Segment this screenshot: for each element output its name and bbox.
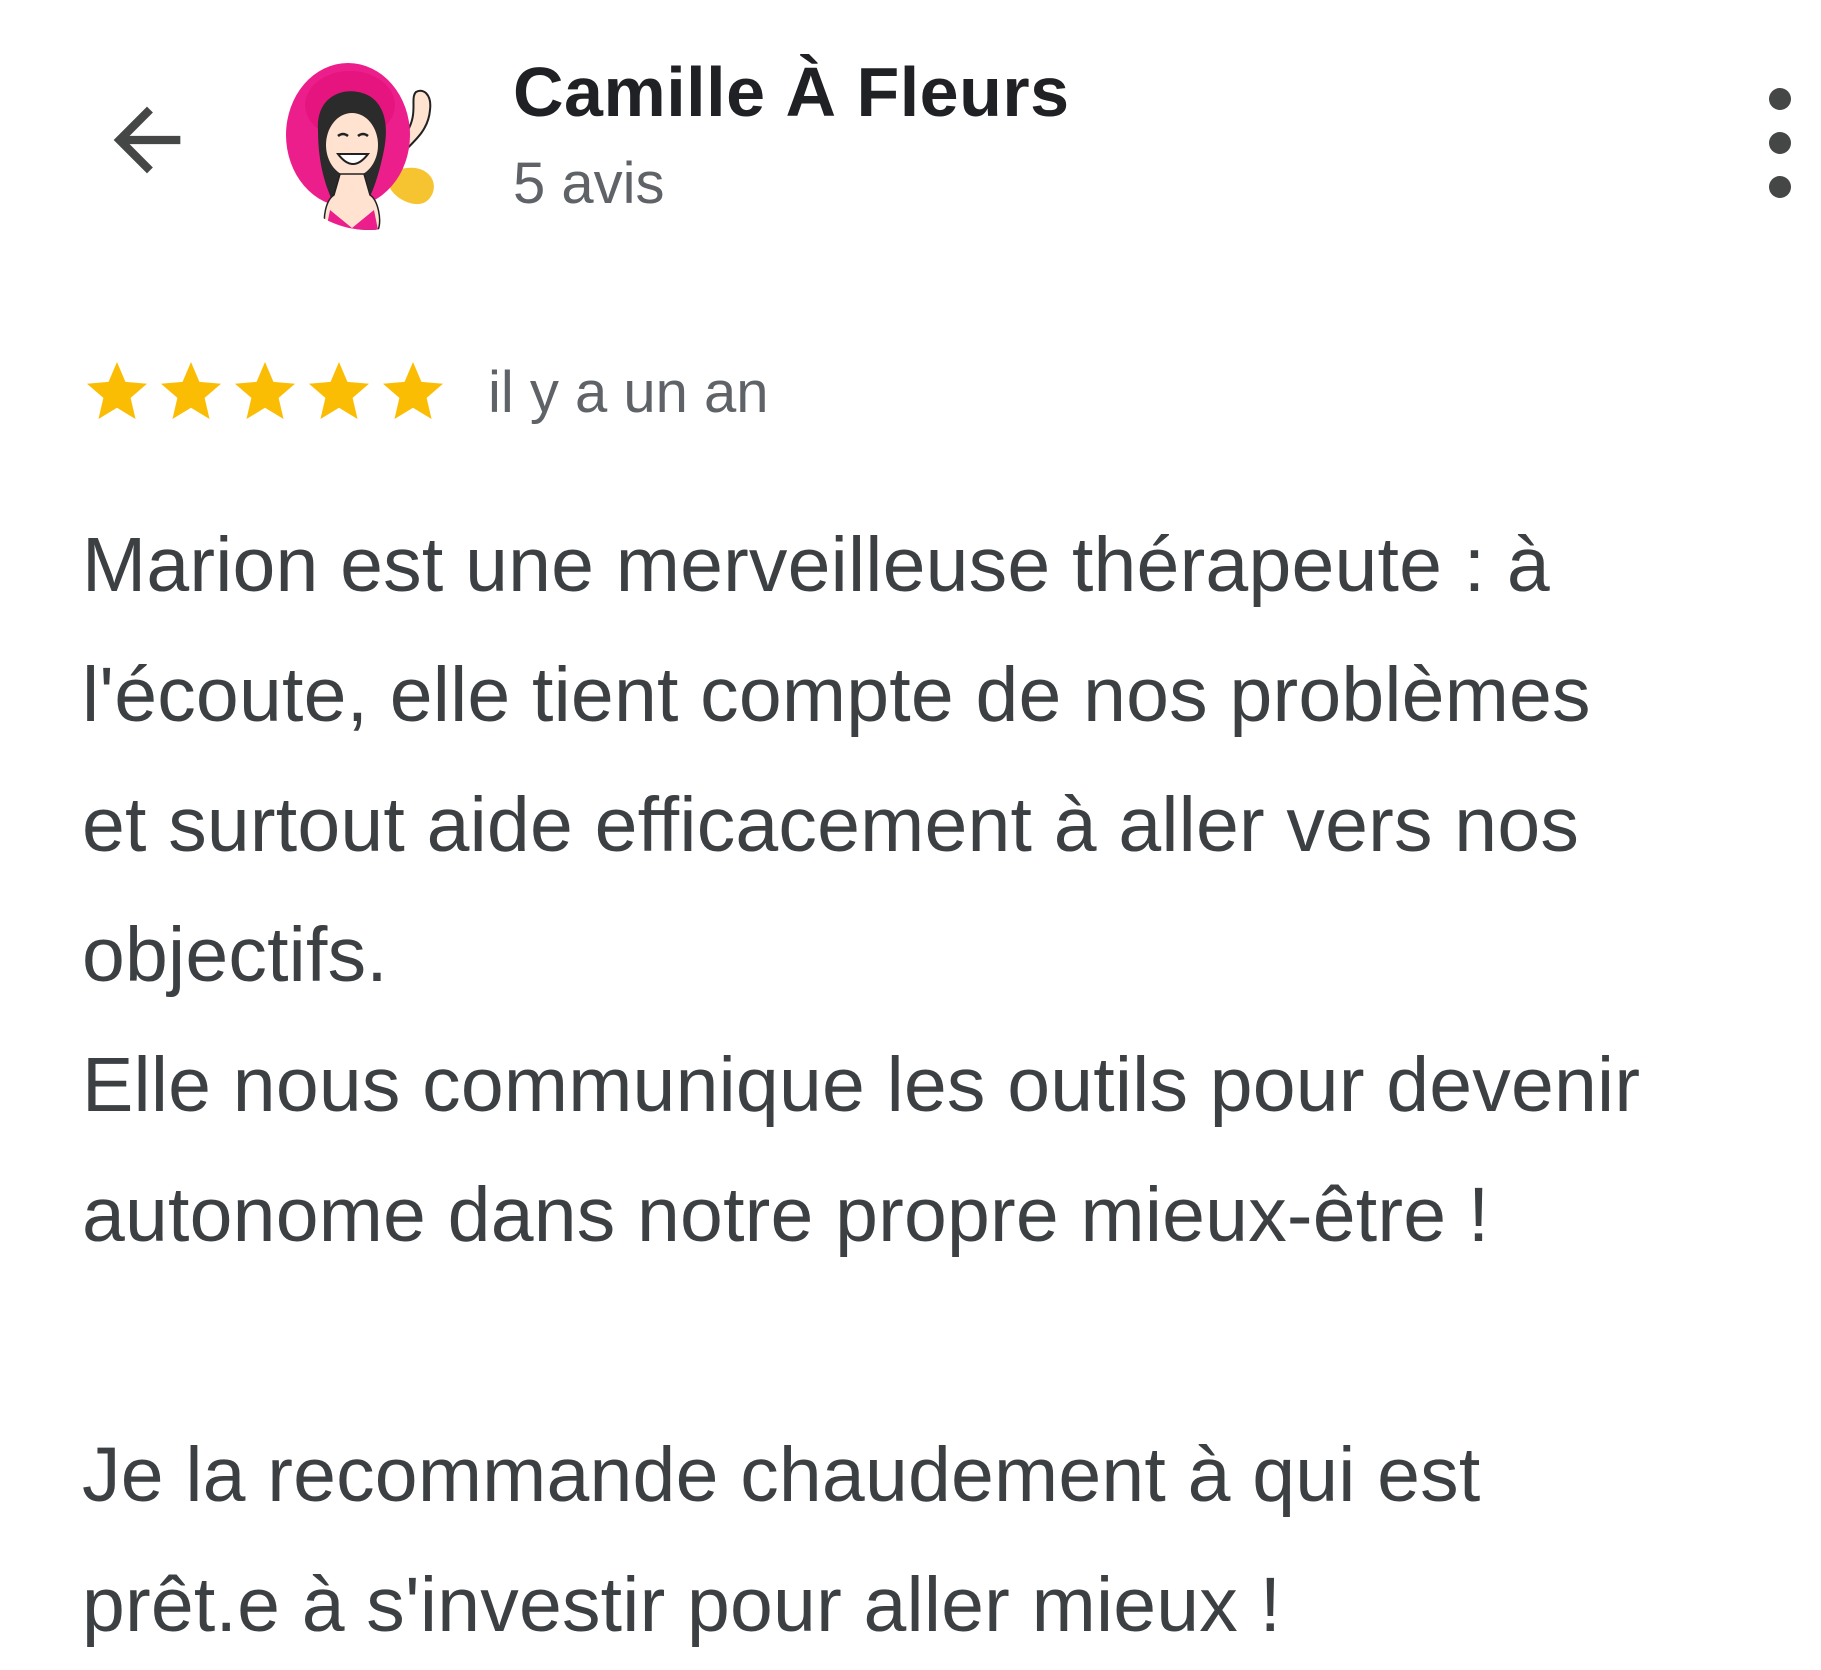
avatar[interactable] [278, 50, 458, 230]
star-icon [161, 362, 221, 419]
star-icon [309, 362, 369, 419]
avatar-illustration [278, 50, 458, 230]
star-icon [383, 362, 443, 419]
more-options-button[interactable] [1750, 88, 1810, 198]
star-icon [235, 362, 295, 419]
arrow-back-icon [113, 106, 181, 174]
review-header: Camille À Fleurs 5 avis [0, 0, 1821, 260]
review-text: Marion est une merveilleuse thérapeute :… [82, 522, 1641, 1648]
more-vert-icon [1769, 88, 1791, 110]
review-count: 5 avis [513, 151, 665, 216]
rating-row: il y a un an [80, 352, 769, 432]
more-vert-icon-dot [1769, 176, 1791, 198]
back-button[interactable] [92, 85, 202, 195]
more-vert-icon-dot [1769, 132, 1791, 154]
star-rating [80, 356, 450, 428]
reviewer-name[interactable]: Camille À Fleurs [513, 52, 1070, 132]
star-icon [87, 362, 147, 419]
review-date: il y a un an [488, 359, 769, 425]
